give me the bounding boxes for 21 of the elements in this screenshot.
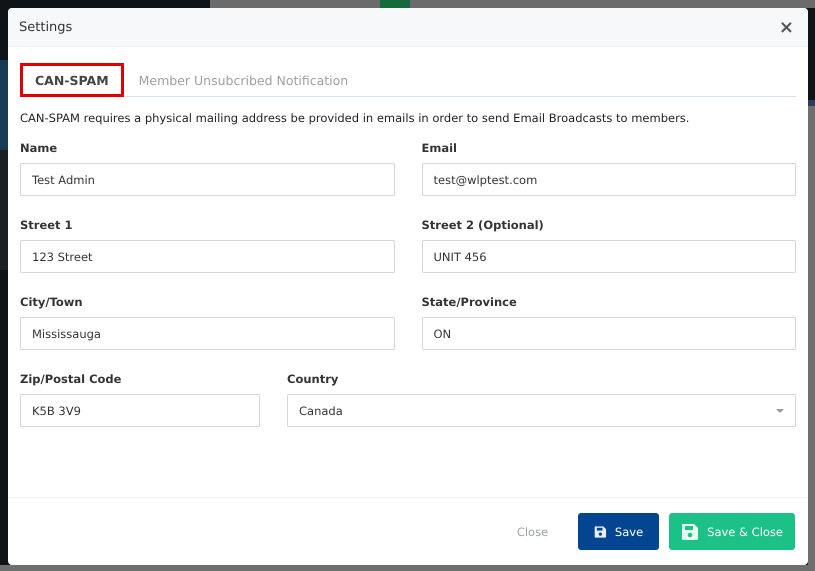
field-label: Name [20,141,58,155]
field-label: Street 1 [20,218,74,232]
input-field[interactable]: Mississauga [20,317,394,350]
country-dropdown[interactable]: Canada [287,394,796,427]
dialog-title: Settings [19,20,72,34]
input-field[interactable]: test@wlptest.com [422,163,796,196]
intro-text: CAN-SPAM requires a physical mailing address be provided in emails in order to send Email Broadcasts to members. [20,111,690,125]
input-field[interactable]: ON [422,317,796,350]
field-label: State/Province [422,295,518,309]
close-button[interactable]: × [776,16,796,38]
input-field[interactable]: UNIT 456 [422,240,796,273]
field-label: Email [422,141,458,155]
field-label: Zip/Postal Code [20,372,122,386]
tab[interactable]: CAN-SPAM [20,63,124,97]
input-field[interactable]: Test Admin [20,163,394,196]
input-field[interactable]: 123 Street [20,240,394,273]
input-field[interactable]: K5B 3V9 [20,394,260,427]
save-button[interactable]: Save [578,513,660,550]
field-label: Street 2 (Optional) [422,218,545,232]
field-label: Country [287,372,340,386]
field-label: City/Town [20,295,84,309]
